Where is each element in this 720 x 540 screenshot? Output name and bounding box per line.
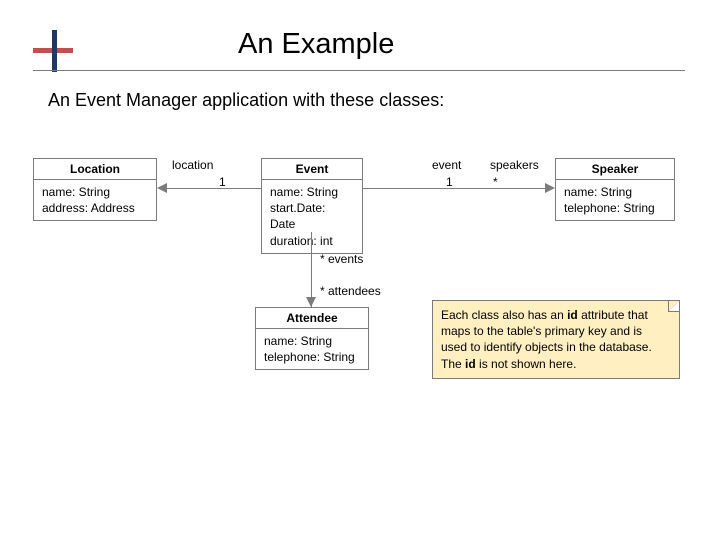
class-attrs: name: String telephone: String (556, 180, 674, 220)
attr: duration: int (270, 233, 354, 249)
class-location: Location name: String address: Address (33, 158, 157, 221)
class-speaker: Speaker name: String telephone: String (555, 158, 675, 221)
assoc-event-attendee-line (311, 232, 312, 307)
class-event: Event name: String start.Date: Date dura… (261, 158, 363, 254)
class-attendee: Attendee name: String telephone: String (255, 307, 369, 370)
multiplicity-label: 1 (219, 175, 226, 189)
attr: name: String (270, 184, 354, 200)
logo-bar-v (52, 30, 57, 72)
slide-header: An Example (0, 0, 720, 80)
note-text: Each class also has an (441, 308, 567, 322)
attr: telephone: String (564, 200, 666, 216)
role-label: event (432, 158, 461, 172)
class-attrs: name: String start.Date: Date duration: … (262, 180, 362, 253)
multiplicity-label: * (493, 175, 498, 189)
note-text: is not shown here. (476, 357, 577, 371)
title-underline (33, 70, 685, 71)
attr: start.Date: Date (270, 200, 354, 232)
multiplicity-label: 1 (446, 175, 453, 189)
arrowhead-icon (306, 297, 316, 307)
assoc-event-speaker-line (363, 188, 545, 189)
attr: name: String (42, 184, 148, 200)
multiplicity-label: * events (320, 252, 363, 266)
class-name: Event (262, 159, 362, 180)
class-name: Attendee (256, 308, 368, 329)
uml-note: Each class also has an id attribute that… (432, 300, 680, 379)
attr: name: String (564, 184, 666, 200)
slide-subtitle: An Event Manager application with these … (48, 90, 444, 111)
slide-title: An Example (238, 28, 394, 61)
attr: telephone: String (264, 349, 360, 365)
assoc-location-event-line (167, 188, 261, 189)
role-label: location (172, 158, 213, 172)
attr: address: Address (42, 200, 148, 216)
role-label: speakers (490, 158, 539, 172)
note-bold: id (465, 357, 476, 371)
arrowhead-icon (157, 183, 167, 193)
attr: name: String (264, 333, 360, 349)
class-name: Speaker (556, 159, 674, 180)
note-bold: id (567, 308, 578, 322)
class-name: Location (34, 159, 156, 180)
class-attrs: name: String telephone: String (256, 329, 368, 369)
class-attrs: name: String address: Address (34, 180, 156, 220)
arrowhead-icon (545, 183, 555, 193)
multiplicity-label: * attendees (320, 284, 381, 298)
